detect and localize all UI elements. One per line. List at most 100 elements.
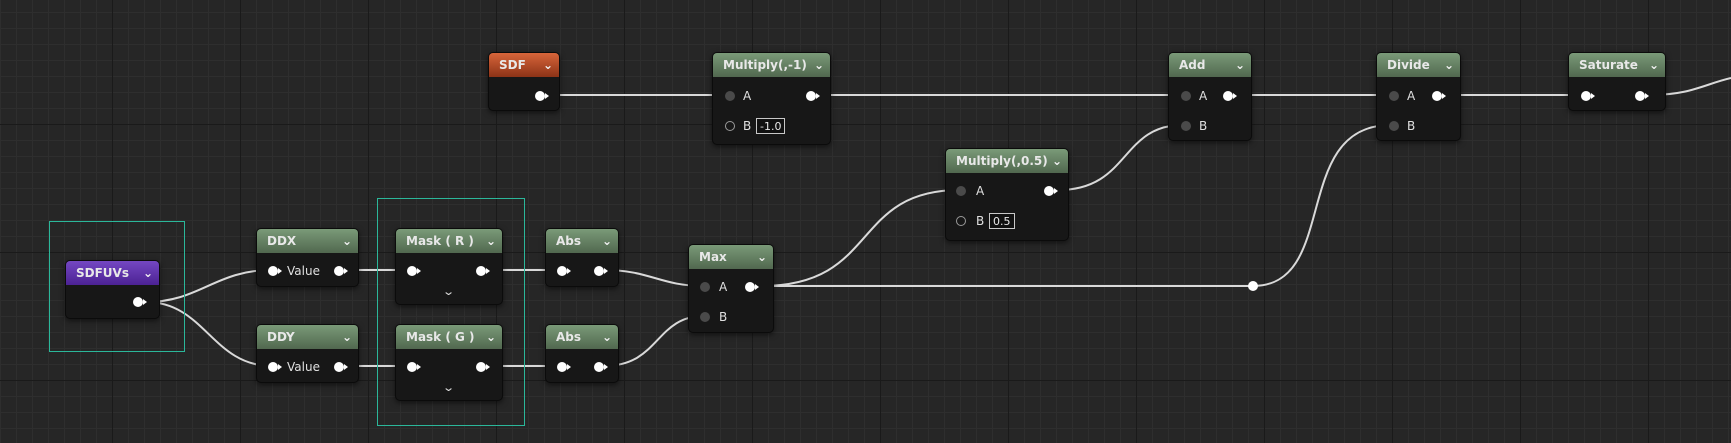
output-pin[interactable] <box>1223 91 1237 101</box>
input-pin-b[interactable] <box>700 312 710 322</box>
node-header: Abs ⌄ <box>546 229 618 253</box>
node-header: Add ⌄ <box>1169 53 1251 77</box>
output-pin[interactable] <box>745 282 759 292</box>
node-title: DDX <box>267 234 297 248</box>
chevron-down-icon[interactable]: ⌄ <box>486 325 496 349</box>
node-ddx[interactable]: DDX ⌄ Value <box>256 228 359 287</box>
input-pin-a[interactable] <box>700 282 710 292</box>
node-title: SDFUVs <box>76 266 129 280</box>
pin-label-a: A <box>976 184 985 198</box>
node-title: Multiply(,-1) <box>723 58 807 72</box>
chevron-down-icon[interactable]: ⌄ <box>1235 53 1245 77</box>
node-multiply-half[interactable]: Multiply(,0.5) ⌄ A B 0.5 <box>945 148 1069 241</box>
input-pin[interactable] <box>407 362 421 372</box>
chevron-down-icon[interactable]: ⌄ <box>814 53 824 77</box>
chevron-down-icon[interactable]: ⌄ <box>543 53 553 77</box>
node-divide[interactable]: Divide ⌄ A B <box>1376 52 1461 141</box>
output-pin[interactable] <box>806 91 820 101</box>
node-sdf[interactable]: SDF ⌄ <box>488 52 560 111</box>
input-pin-a[interactable] <box>1389 91 1399 101</box>
chevron-down-icon[interactable]: ⌄ <box>342 229 352 253</box>
chevron-down-icon[interactable]: ⌄ <box>1052 149 1062 173</box>
input-pin[interactable] <box>407 266 421 276</box>
node-header: Mask ( G ) ⌄ <box>396 325 502 349</box>
output-pin[interactable] <box>476 362 490 372</box>
input-pin-b[interactable] <box>956 216 966 226</box>
output-pin[interactable] <box>1044 186 1058 196</box>
chevron-down-icon[interactable]: ⌄ <box>1444 53 1454 77</box>
node-header: Mask ( R ) ⌄ <box>396 229 502 253</box>
node-mask-r[interactable]: Mask ( R ) ⌄ ⌄ <box>395 228 503 305</box>
node-header: Abs ⌄ <box>546 325 618 349</box>
chevron-down-icon[interactable]: ⌄ <box>602 325 612 349</box>
node-title: Add <box>1179 58 1206 72</box>
node-mask-g[interactable]: Mask ( G ) ⌄ ⌄ <box>395 324 503 401</box>
node-header: SDF ⌄ <box>489 53 559 77</box>
output-pin[interactable] <box>334 362 348 372</box>
output-pin[interactable] <box>1432 91 1446 101</box>
pin-label-b: B <box>1407 119 1416 133</box>
input-pin-b[interactable] <box>1181 121 1191 131</box>
output-pin[interactable] <box>133 297 147 307</box>
chevron-down-icon[interactable]: ⌄ <box>602 229 612 253</box>
pin-label-a: A <box>1407 89 1416 103</box>
node-header: Max ⌄ <box>689 245 773 269</box>
expand-arrow-icon[interactable]: ⌄ <box>442 381 455 394</box>
node-title: Mask ( G ) <box>406 330 475 344</box>
node-sdfuvs[interactable]: SDFUVs ⌄ <box>65 260 160 319</box>
pin-label-a: A <box>719 280 728 294</box>
output-pin[interactable] <box>594 362 608 372</box>
node-ddy[interactable]: DDY ⌄ Value <box>256 324 359 383</box>
pin-label-b: B <box>743 119 752 133</box>
expand-arrow-icon[interactable]: ⌄ <box>442 285 455 298</box>
constant-b-value[interactable]: -1.0 <box>756 118 786 134</box>
pin-label-value: Value <box>287 264 320 278</box>
input-pin-value[interactable] <box>268 266 282 276</box>
pin-label-b: B <box>719 310 728 324</box>
input-pin-a[interactable] <box>725 91 735 101</box>
node-header: DDX ⌄ <box>257 229 358 253</box>
node-header: SDFUVs ⌄ <box>66 261 159 285</box>
input-pin[interactable] <box>557 266 571 276</box>
pin-label-b: B <box>976 214 985 228</box>
chevron-down-icon[interactable]: ⌄ <box>486 229 496 253</box>
node-abs-g[interactable]: Abs ⌄ <box>545 324 619 383</box>
chevron-down-icon[interactable]: ⌄ <box>342 325 352 349</box>
node-title: Mask ( R ) <box>406 234 474 248</box>
node-title: Abs <box>556 330 582 344</box>
node-header: Saturate ⌄ <box>1569 53 1665 77</box>
output-pin[interactable] <box>476 266 490 276</box>
node-title: Max <box>699 250 727 264</box>
input-pin-a[interactable] <box>1181 91 1191 101</box>
node-multiply-neg1[interactable]: Multiply(,-1) ⌄ A B -1.0 <box>712 52 831 145</box>
node-add[interactable]: Add ⌄ A B <box>1168 52 1252 141</box>
node-header: Multiply(,0.5) ⌄ <box>946 149 1068 173</box>
wire-reroute-to-divide-b <box>1252 124 1392 287</box>
node-header: Divide ⌄ <box>1377 53 1460 77</box>
input-pin[interactable] <box>557 362 571 372</box>
node-title: Saturate <box>1579 58 1638 72</box>
input-pin[interactable] <box>1581 91 1595 101</box>
chevron-down-icon[interactable]: ⌄ <box>757 245 767 269</box>
node-title: DDY <box>267 330 295 344</box>
input-pin-value[interactable] <box>268 362 282 372</box>
node-saturate[interactable]: Saturate ⌄ <box>1568 52 1666 111</box>
output-pin[interactable] <box>594 266 608 276</box>
chevron-down-icon[interactable]: ⌄ <box>1649 53 1659 77</box>
node-title: SDF <box>499 58 526 72</box>
pin-label-a: A <box>743 89 752 103</box>
input-pin-b[interactable] <box>1389 121 1399 131</box>
output-pin[interactable] <box>1635 91 1649 101</box>
node-abs-r[interactable]: Abs ⌄ <box>545 228 619 287</box>
constant-b-value[interactable]: 0.5 <box>989 213 1015 229</box>
node-max[interactable]: Max ⌄ A B <box>688 244 774 333</box>
chevron-down-icon[interactable]: ⌄ <box>143 261 153 285</box>
pin-label-a: A <box>1199 89 1208 103</box>
input-pin-b[interactable] <box>725 121 735 131</box>
reroute-node[interactable] <box>1248 281 1258 291</box>
input-pin-a[interactable] <box>956 186 966 196</box>
node-title: Divide <box>1387 58 1430 72</box>
output-pin[interactable] <box>535 91 549 101</box>
wire-multiply-half-to-add-b <box>1057 124 1184 191</box>
output-pin[interactable] <box>334 266 348 276</box>
